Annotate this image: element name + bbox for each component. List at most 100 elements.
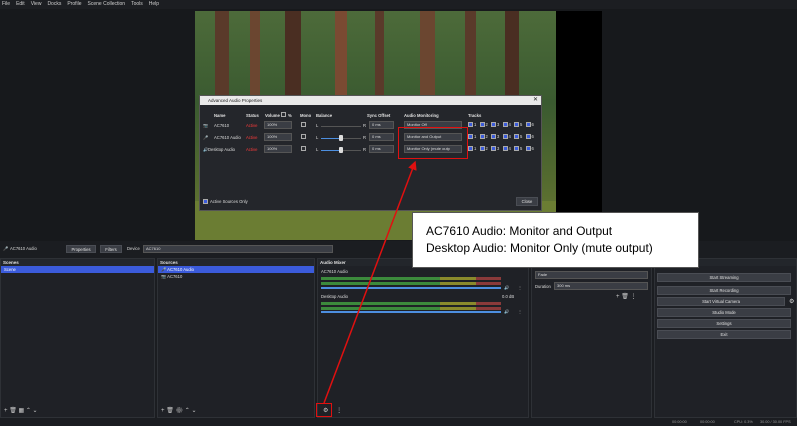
track-checkbox[interactable] (502, 134, 508, 139)
track-checkbox[interactable] (479, 134, 485, 139)
row-status: Active (246, 123, 258, 128)
track-checkbox[interactable] (491, 122, 496, 127)
status-bar: 00:00:00 00:00:00 CPU: 0.3% 30.00 / 30.0… (0, 418, 797, 426)
gear-icon[interactable]: ⚙ (175, 408, 183, 414)
down-icon[interactable]: ⌄ (191, 408, 196, 414)
balance-slider[interactable] (321, 137, 341, 139)
studio-mode-button[interactable]: Studio Mode (657, 308, 791, 317)
menu-dots-icon[interactable]: ⋮ (518, 309, 522, 314)
start-streaming-button[interactable]: Start Streaming (657, 273, 791, 282)
track-checkbox[interactable] (525, 134, 531, 139)
transition-select[interactable]: Fade (535, 271, 648, 279)
add-icon[interactable]: + (161, 408, 165, 414)
track-checkbox[interactable] (502, 146, 508, 151)
properties-button[interactable]: Properties (66, 245, 96, 253)
close-icon[interactable]: ✕ (533, 96, 538, 105)
down-icon[interactable]: ⌄ (33, 408, 38, 414)
track-checkbox[interactable] (525, 146, 531, 151)
menu-bar: File Edit View Docks Profile Scene Colle… (0, 0, 797, 9)
track-checkbox[interactable] (525, 122, 531, 127)
menu-tools[interactable]: Tools (131, 0, 143, 9)
track-checkbox[interactable] (514, 134, 519, 139)
balance-knob[interactable] (339, 135, 343, 141)
menu-profile[interactable]: Profile (67, 0, 81, 9)
mono-checkbox[interactable] (301, 146, 306, 151)
mono-checkbox[interactable] (301, 122, 306, 127)
track-checkbox[interactable] (479, 122, 485, 127)
annotation-callout: AC7610 Audio: Monitor and Output Desktop… (412, 212, 699, 268)
active-sources-checkbox[interactable] (203, 199, 208, 204)
scene-item[interactable]: Scene (1, 266, 154, 273)
track-checkbox[interactable] (502, 122, 508, 127)
track-checkbox[interactable] (514, 122, 519, 127)
add-icon[interactable]: + (4, 408, 8, 414)
context-bar: 🎤 AC7610 Audio Properties Filters Device… (0, 244, 340, 254)
balance-slider-track (341, 149, 361, 151)
gear-icon[interactable]: ⚙ (789, 298, 794, 305)
track-checkbox[interactable] (514, 146, 519, 151)
menu-edit[interactable]: Edit (16, 0, 25, 9)
trash-icon[interactable]: 🗑 (621, 294, 629, 300)
start-virtual-camera-button[interactable]: Start Virtual Camera (657, 297, 785, 306)
microphone-icon: 🎤 (203, 135, 209, 140)
speaker-icon[interactable]: 🔊 (504, 309, 509, 315)
track-checkbox[interactable] (468, 134, 473, 139)
volume-input[interactable]: 100% (264, 145, 292, 153)
trash-icon[interactable]: 🗑 (9, 408, 17, 414)
live-timer: 00:00:00 (672, 420, 687, 424)
device-select[interactable]: AC7610 (143, 245, 333, 253)
mixer-gear-highlight-box (316, 403, 332, 417)
source-item[interactable]: 📷 AC7610 (158, 273, 314, 280)
controls-panel: Start Streaming Start Recording Start Vi… (654, 258, 797, 418)
speaker-icon[interactable]: 🔊 (504, 285, 509, 291)
settings-button[interactable]: Settings (657, 319, 791, 328)
volume-percent-checkbox[interactable] (281, 112, 286, 117)
trash-icon[interactable]: 🗑 (166, 408, 174, 414)
mixer-channel-name: AC7610 Audio (321, 269, 348, 274)
menu-docks[interactable]: Docks (47, 0, 61, 9)
menu-file[interactable]: File (2, 0, 10, 9)
context-source-name: AC7610 Audio (10, 246, 37, 251)
duration-input[interactable]: 300 ms (554, 282, 648, 290)
track-checkbox[interactable] (491, 134, 496, 139)
sync-offset-input[interactable]: 0 ms (369, 121, 394, 129)
track-number: 4 (508, 122, 511, 127)
exit-button[interactable]: Exit (657, 330, 791, 339)
start-recording-button[interactable]: Start Recording (657, 286, 791, 295)
close-button[interactable]: Close (516, 197, 538, 206)
balance-left-label: L (316, 123, 319, 128)
up-icon[interactable]: ⌃ (26, 408, 31, 414)
menu-dots-icon[interactable]: ⋮ (336, 408, 342, 414)
microphone-icon: 🎤 (3, 246, 9, 251)
mixer-db-readout: 0.0 dB (502, 294, 515, 299)
menu-help[interactable]: Help (149, 0, 159, 9)
up-icon[interactable]: ⌃ (185, 408, 190, 414)
menu-dots-icon[interactable]: ⋮ (630, 294, 636, 300)
advanced-audio-dialog: Advanced Audio Properties ✕ Name Status … (199, 95, 542, 211)
track-checkbox[interactable] (491, 146, 496, 151)
volume-fader[interactable] (321, 311, 501, 313)
sync-offset-input[interactable]: 0 ms (369, 133, 394, 141)
track-number: 1 (474, 122, 477, 127)
track-checkbox[interactable] (468, 122, 473, 127)
filter-icon[interactable]: ▦ (18, 408, 24, 414)
track-checkbox[interactable] (479, 146, 485, 151)
sync-offset-input[interactable]: 0 ms (369, 145, 394, 153)
mono-checkbox[interactable] (301, 134, 306, 139)
track-checkbox[interactable] (468, 146, 473, 151)
filters-button[interactable]: Filters (100, 245, 122, 253)
add-icon[interactable]: + (616, 294, 620, 300)
menu-scene-collection[interactable]: Scene Collection (88, 0, 126, 9)
volume-fader[interactable] (321, 287, 501, 289)
volume-input[interactable]: 100% (264, 133, 292, 141)
menu-dots-icon[interactable]: ⋮ (518, 285, 522, 290)
active-sources-label: Active Sources Only (210, 199, 248, 204)
menu-view[interactable]: View (31, 0, 42, 9)
volume-input[interactable]: 100% (264, 121, 292, 129)
balance-slider[interactable] (321, 149, 341, 151)
row-name: Desktop Audio (208, 147, 236, 152)
balance-knob[interactable] (339, 147, 343, 153)
track-number: 3 (497, 146, 500, 151)
source-item[interactable]: 🎤 AC7610 Audio (158, 266, 314, 273)
balance-slider[interactable] (321, 125, 361, 127)
